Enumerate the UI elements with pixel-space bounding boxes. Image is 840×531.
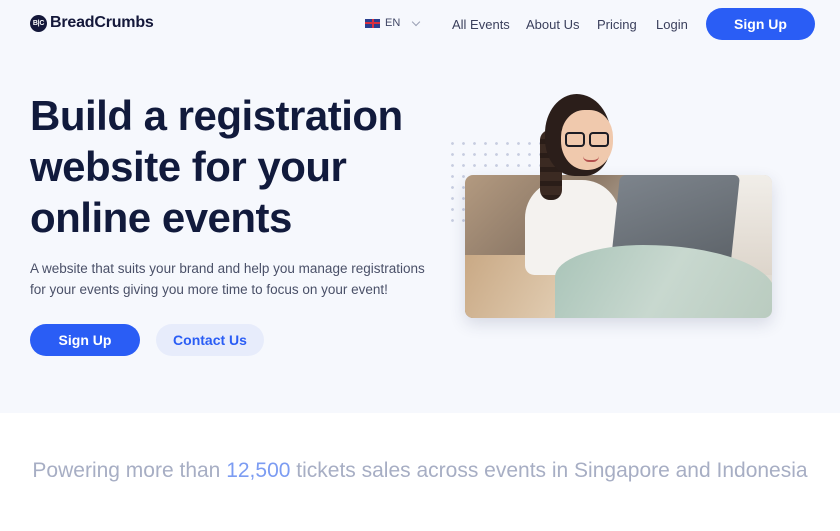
nav-link-about-us[interactable]: About Us xyxy=(526,17,579,32)
hero-signup-button[interactable]: Sign Up xyxy=(30,324,140,356)
nav-link-pricing[interactable]: Pricing xyxy=(597,17,637,32)
glasses-icon xyxy=(565,132,585,147)
stats-number: 12,500 xyxy=(226,459,291,482)
uk-flag-icon xyxy=(365,18,380,28)
contact-us-button[interactable]: Contact Us xyxy=(156,324,264,356)
logo-mark: B|C xyxy=(30,14,47,32)
stats-prefix: Powering more than xyxy=(32,459,227,482)
brand-name: BreadCrumbs xyxy=(50,14,154,31)
navbar: B|C BreadCrumbs EN All Events About Us P… xyxy=(0,0,840,48)
nav-signup-button[interactable]: Sign Up xyxy=(706,8,815,40)
nav-link-login[interactable]: Login xyxy=(656,17,688,32)
hero-title: Build a registration website for your on… xyxy=(30,92,403,241)
stats-suffix: tickets sales across events in Singapore… xyxy=(290,459,808,482)
brand-logo[interactable]: B|C BreadCrumbs xyxy=(30,14,154,32)
hero-subtitle: A website that suits your brand and help… xyxy=(30,261,425,297)
stats-statement: Powering more than 12,500 tickets sales … xyxy=(0,455,840,486)
language-selector[interactable]: EN xyxy=(365,17,421,29)
person-head xyxy=(545,94,623,184)
chevron-down-icon xyxy=(412,17,421,26)
nav-link-all-events[interactable]: All Events xyxy=(452,17,510,32)
language-label: EN xyxy=(385,17,401,29)
hero-photo xyxy=(465,175,772,318)
